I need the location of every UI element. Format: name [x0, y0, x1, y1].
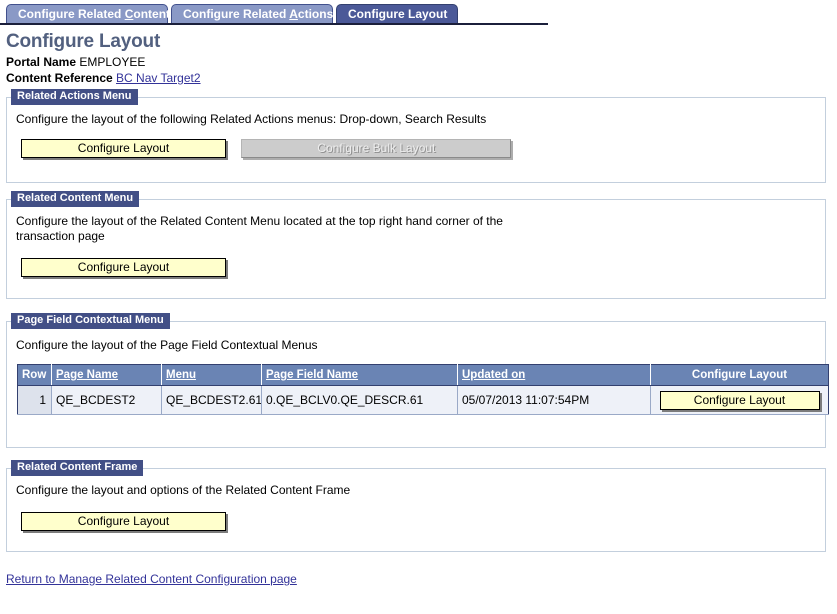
section-related-actions-menu: Related Actions Menu Configure the layou… [6, 97, 826, 183]
tab-configure-related-content[interactable]: Configure Related Content [6, 4, 168, 23]
section-description-related-actions-menu: Configure the layout of the following Re… [16, 112, 656, 127]
footer: Return to Manage Related Content Configu… [6, 572, 837, 586]
grid-col-updated-on-sort[interactable]: Updated on [462, 369, 525, 381]
table-row: 1 QE_BCDEST2 QE_BCDEST2.61 0.QE_BCLV0.QE… [18, 386, 829, 415]
section-body-related-content-menu: Configure the layout of the Related Cont… [7, 200, 825, 290]
cell-row-number: 1 [18, 386, 52, 415]
section-header-related-content-menu: Related Content Menu [11, 191, 139, 207]
grid-col-page-name-sort[interactable]: Page Name [56, 369, 118, 381]
configure-layout-button-row-1[interactable]: Configure Layout [660, 391, 820, 410]
section-header-page-field-contextual-menu: Page Field Contextual Menu [11, 313, 170, 329]
grid-col-row-label: Row [22, 369, 46, 381]
content-reference-field: Content Reference BC Nav Target2 [6, 70, 837, 86]
cell-page-name: QE_BCDEST2 [52, 386, 162, 415]
return-to-manage-related-content-link[interactable]: Return to Manage Related Content Configu… [6, 572, 297, 586]
section-body-page-field-contextual-menu: Configure the layout of the Page Field C… [7, 322, 825, 425]
button-row-related-content-frame: Configure Layout [21, 512, 817, 534]
grid-col-page-field-name[interactable]: Page Field Name [262, 365, 458, 386]
grid-col-page-field-name-sort[interactable]: Page Field Name [266, 369, 358, 381]
tab-label-post: ctions [298, 7, 333, 21]
page-field-grid-wrapper: Row Page Name Menu Page Field Name [17, 364, 817, 415]
tab-configure-layout[interactable]: Configure Layout [336, 4, 458, 23]
grid-col-row: Row [18, 365, 52, 386]
content-reference-link[interactable]: BC Nav Target2 [116, 71, 201, 85]
section-description-related-content-menu: Configure the layout of the Related Cont… [16, 214, 516, 244]
configure-layout-button-related-actions[interactable]: Configure Layout [21, 139, 226, 158]
section-description-page-field-contextual-menu: Configure the layout of the Page Field C… [16, 338, 656, 353]
tab-label-pre: Configure Related [183, 7, 289, 21]
configure-layout-button-related-content-frame[interactable]: Configure Layout [21, 512, 226, 531]
section-related-content-frame: Related Content Frame Configure the layo… [6, 468, 826, 552]
tab-strip: Configure Related Content Configure Rela… [0, 0, 837, 27]
tab-configure-related-actions[interactable]: Configure Related Actions [171, 4, 333, 23]
grid-col-configure-layout: Configure Layout [651, 365, 829, 386]
cell-configure-layout: Configure Layout [651, 386, 829, 415]
tab-label-pre: Configure Related [18, 7, 125, 21]
grid-col-configure-layout-label: Configure Layout [692, 369, 787, 381]
content-reference-label: Content Reference [6, 71, 113, 85]
grid-header-row: Row Page Name Menu Page Field Name [18, 365, 829, 386]
cell-menu: QE_BCDEST2.61 [162, 386, 262, 415]
cell-updated-on: 05/07/2013 11:07:54PM [458, 386, 651, 415]
portal-name-label: Portal Name [6, 55, 76, 69]
section-related-content-menu: Related Content Menu Configure the layou… [6, 199, 826, 299]
section-header-related-actions-menu: Related Actions Menu [11, 89, 138, 105]
page-root: Configure Related Content Configure Rela… [0, 0, 837, 614]
section-body-related-actions-menu: Configure the layout of the following Re… [7, 98, 825, 171]
section-page-field-contextual-menu: Page Field Contextual Menu Configure the… [6, 321, 826, 448]
grid-col-menu[interactable]: Menu [162, 365, 262, 386]
cell-page-field-name: 0.QE_BCLV0.QE_DESCR.61 [262, 386, 458, 415]
page-field-grid: Row Page Name Menu Page Field Name [17, 364, 829, 415]
grid-col-page-name[interactable]: Page Name [52, 365, 162, 386]
grid-col-updated-on[interactable]: Updated on [458, 365, 651, 386]
tab-label-post: ontent [133, 7, 170, 21]
portal-name-value: EMPLOYEE [79, 55, 145, 69]
grid-header: Row Page Name Menu Page Field Name [18, 365, 829, 386]
section-header-related-content-frame: Related Content Frame [11, 460, 143, 476]
button-row-related-content-menu: Configure Layout [21, 258, 817, 280]
grid-col-menu-sort[interactable]: Menu [166, 369, 196, 381]
grid-body: 1 QE_BCDEST2 QE_BCDEST2.61 0.QE_BCLV0.QE… [18, 386, 829, 415]
portal-name-field: Portal Name EMPLOYEE [6, 54, 837, 70]
configure-layout-button-related-content[interactable]: Configure Layout [21, 258, 226, 277]
tab-label: Configure Layout [348, 7, 447, 21]
tab-accesskey: A [289, 7, 298, 21]
configure-bulk-layout-button: Configure Bulk Layout [241, 139, 511, 158]
section-body-related-content-frame: Configure the layout and options of the … [7, 469, 825, 544]
section-description-related-content-frame: Configure the layout and options of the … [16, 483, 656, 498]
button-row-related-actions-menu: Configure Layout Configure Bulk Layout [21, 139, 817, 161]
page-title: Configure Layout [6, 31, 837, 53]
